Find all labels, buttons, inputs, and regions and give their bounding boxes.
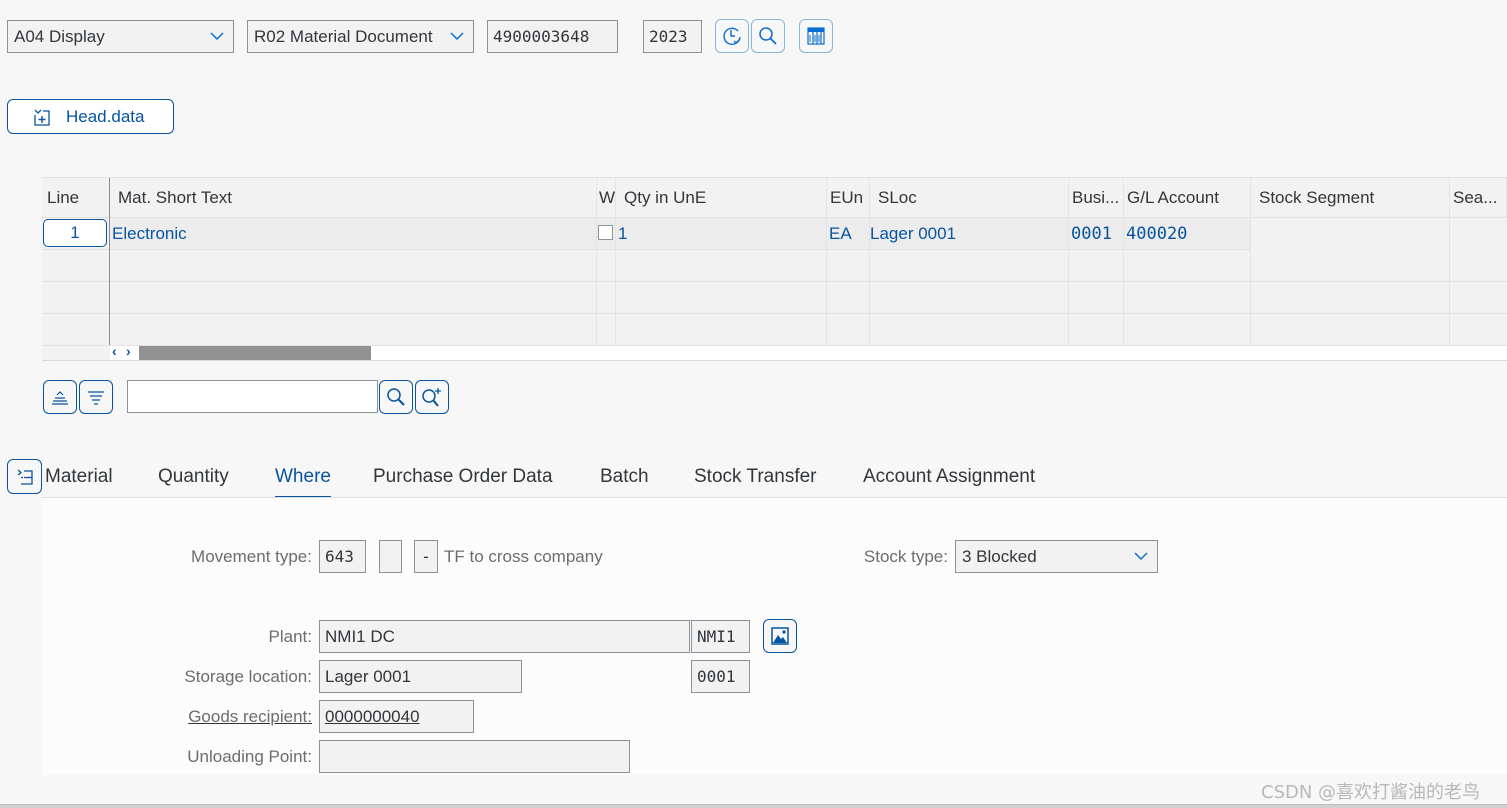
year-field[interactable]: 2023 [643, 20, 702, 53]
movement-type-field[interactable]: 643 [319, 540, 366, 573]
movement-indicator-field[interactable] [379, 540, 402, 573]
tab-where[interactable]: Where [275, 466, 331, 499]
movement-type-label: Movement type: [191, 547, 312, 566]
chevron-down-icon [1134, 541, 1148, 561]
cell-business-area: 0001 [1071, 224, 1112, 244]
unloading-point-field[interactable] [319, 740, 630, 773]
watermark: CSDN @喜欢打酱油的老鸟 [1261, 782, 1481, 803]
scroll-left-icon[interactable]: ‹ [112, 343, 117, 359]
history-icon [723, 27, 741, 46]
column-header-business-area[interactable]: Busi... [1069, 178, 1124, 217]
tab-batch[interactable]: Batch [600, 466, 649, 496]
reference-select-value: R02 Material Document [254, 27, 433, 46]
movement-description: TF to cross company [444, 547, 603, 566]
plant-code-field[interactable]: NMI1 [691, 620, 750, 653]
sort-descending-button[interactable] [79, 380, 113, 414]
stock-type-select[interactable]: 3 Blocked [955, 540, 1158, 573]
reference-select[interactable]: R02 Material Document [247, 20, 474, 53]
head-data-button[interactable]: Head.data [7, 99, 174, 134]
chevron-down-icon [210, 21, 224, 41]
history-button[interactable] [715, 19, 749, 53]
column-header-stock-segment[interactable]: Stock Segment [1251, 178, 1450, 217]
cell-season [1450, 218, 1507, 250]
goods-recipient-value: 0000000040 [325, 707, 420, 726]
head-data-label: Head.data [66, 106, 145, 126]
storage-location-name-field: Lager 0001 [319, 660, 522, 693]
column-header-line[interactable]: Line [42, 178, 110, 217]
cell-sloc: Lager 0001 [870, 224, 957, 243]
document-number-field[interactable]: 4900003648 [487, 20, 618, 53]
items-table: Line Mat. Short Text W Qty in UnE EUn SL… [42, 177, 1507, 361]
cell-mat-short-text: Electronic [112, 224, 187, 243]
cell-stock-segment [1251, 218, 1449, 250]
goods-recipient-label[interactable]: Goods recipient: [150, 700, 312, 733]
columns-icon [807, 27, 825, 45]
plant-name-value: NMI1 DC [325, 627, 395, 646]
sort-descending-icon [88, 391, 104, 405]
tab-stock-transfer[interactable]: Stock Transfer [694, 466, 817, 496]
column-header-w[interactable]: W [597, 178, 616, 217]
column-header-eun[interactable]: EUn [827, 178, 870, 217]
tab-purchase-order-data[interactable]: Purchase Order Data [373, 466, 553, 496]
column-header-sloc[interactable]: SLoc [870, 178, 1069, 217]
find-button[interactable] [379, 380, 413, 414]
table-search-input[interactable] [127, 380, 378, 413]
sort-ascending-icon [52, 391, 68, 405]
find-next-button[interactable] [415, 380, 449, 414]
plant-name-field: NMI1 DC [319, 620, 690, 653]
storage-location-name-value: Lager 0001 [325, 667, 412, 686]
goods-recipient-label-text: Goods recipient: [188, 707, 312, 726]
storage-location-code-value: 0001 [697, 667, 736, 686]
storage-location-label: Storage location: [184, 667, 312, 686]
tab-overflow-button[interactable] [7, 459, 42, 494]
movement-sign-value: - [423, 547, 429, 566]
scroll-right-icon[interactable]: › [126, 343, 131, 359]
stock-type-value: 3 Blocked [962, 547, 1037, 566]
tab-account-assignment[interactable]: Account Assignment [863, 466, 1035, 496]
cell-qty: 1 [618, 224, 628, 243]
search-icon [759, 27, 777, 45]
plant-image-button[interactable] [763, 619, 797, 653]
w-checkbox[interactable] [598, 225, 613, 240]
column-header-season[interactable]: Sea... [1450, 178, 1507, 217]
year-value: 2023 [649, 27, 688, 46]
horizontal-scrollbar[interactable]: ‹ › [110, 343, 1507, 360]
tab-material[interactable]: Material [45, 466, 113, 496]
expand-header-icon [34, 109, 50, 126]
search-plus-icon [422, 388, 441, 407]
column-header-gl-account[interactable]: G/L Account [1124, 178, 1251, 217]
storage-location-code-field[interactable]: 0001 [691, 660, 750, 693]
column-header-qty[interactable]: Qty in UnE [616, 178, 827, 217]
list-expand-icon [17, 469, 33, 485]
action-select-value: A04 Display [14, 27, 105, 46]
chevron-down-icon [450, 21, 464, 41]
action-select[interactable]: A04 Display [7, 20, 234, 53]
goods-recipient-field[interactable]: 0000000040 [319, 700, 474, 733]
bottom-border [0, 804, 1507, 808]
unloading-point-label: Unloading Point: [187, 747, 312, 766]
scrollbar-thumb[interactable] [139, 346, 371, 360]
plant-label: Plant: [268, 627, 312, 646]
sort-ascending-button[interactable] [43, 380, 77, 414]
columns-button[interactable] [799, 19, 833, 53]
movement-sign-field[interactable]: - [414, 540, 438, 573]
tab-quantity[interactable]: Quantity [158, 466, 229, 496]
stock-type-label: Stock type: [863, 547, 948, 566]
search-icon [387, 388, 405, 406]
search-button[interactable] [751, 19, 785, 53]
column-header-mat-short-text[interactable]: Mat. Short Text [110, 178, 597, 217]
plant-code-value: NMI1 [697, 627, 736, 646]
image-icon [771, 627, 789, 645]
document-number-value: 4900003648 [493, 27, 590, 46]
movement-type-value: 643 [325, 547, 354, 566]
line-number-button[interactable]: 1 [43, 219, 107, 247]
cell-gl-account: 400020 [1126, 224, 1188, 244]
cell-eun: EA [829, 224, 852, 243]
